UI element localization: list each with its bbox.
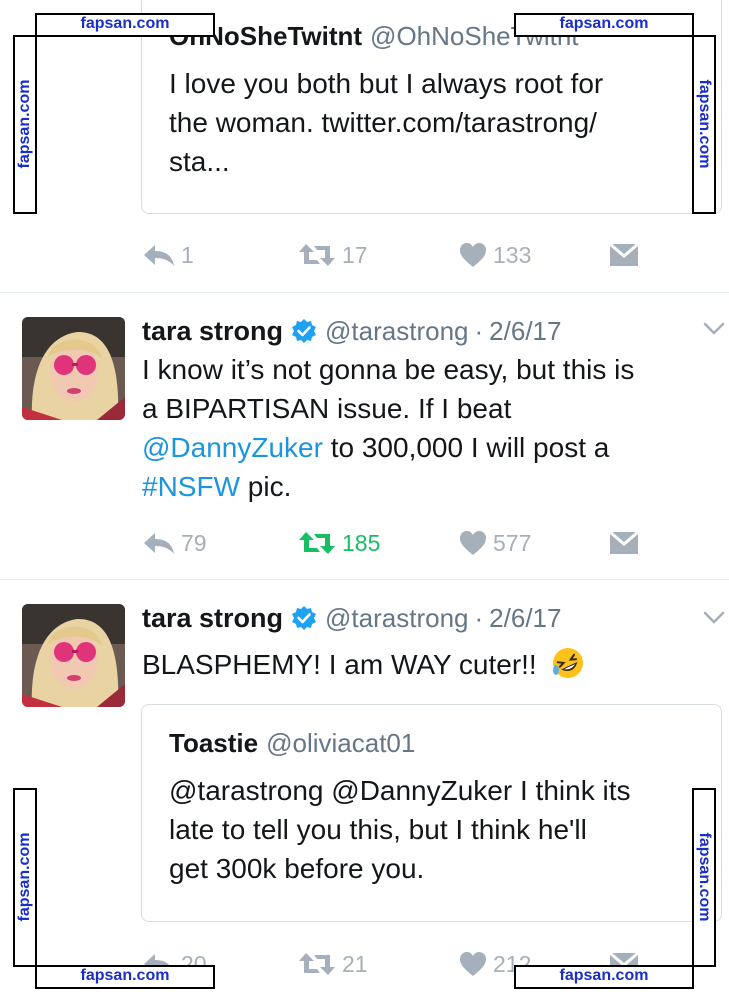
like-count: 577 <box>493 529 532 556</box>
dm-icon <box>609 242 639 266</box>
chevron-down-icon[interactable] <box>703 611 725 625</box>
watermark-text: fapsan.com <box>696 832 713 922</box>
tweet-actions: 79 185 577 <box>0 523 729 563</box>
reply-button[interactable]: 79 <box>143 523 207 563</box>
chevron-down-icon[interactable] <box>703 322 725 336</box>
reply-count: 79 <box>181 529 207 556</box>
tweet-text-line: #NSFW pic. <box>142 467 717 506</box>
dm-button[interactable] <box>609 235 639 275</box>
quoted-tweet-author-handle[interactable]: @oliviacat01 <box>266 728 415 758</box>
tweet-text: BLASPHEMY! I am WAY cuter!! <box>142 645 717 684</box>
dm-button[interactable] <box>609 523 639 563</box>
tweet-actions-top: 1 17 133 <box>0 235 729 275</box>
tweet-divider <box>0 579 729 580</box>
tweet-divider <box>0 292 729 293</box>
reply-icon <box>144 245 174 266</box>
watermark-text: fapsan.com <box>80 967 170 984</box>
quoted-tweet-text: I love you both but I always root for th… <box>169 64 714 181</box>
reply-button[interactable]: 1 <box>143 235 194 275</box>
reply-count: 1 <box>181 241 194 268</box>
tweet-text-fragment: pic. <box>240 471 292 502</box>
reply-icon <box>144 533 174 554</box>
watermark-text: fapsan.com <box>559 15 649 32</box>
tweet-author-name[interactable]: tara strong <box>142 316 283 347</box>
quoted-tweet-header: Toastie @oliviacat01 <box>169 728 415 759</box>
like-icon <box>460 531 486 555</box>
avatar-photo <box>22 604 125 707</box>
retweet-button[interactable]: 185 <box>298 523 380 563</box>
tweet-header: tara strong @tarastrong · 2/6/17 <box>142 600 561 636</box>
tweet-text-line: BLASPHEMY! I am WAY cuter!! <box>142 649 537 680</box>
quoted-tweet-line: @tarastrong @DannyZuker I think its <box>169 775 631 806</box>
tweet-date[interactable]: 2/6/17 <box>489 603 561 634</box>
tweet-text: I know it’s not gonna be easy, but this … <box>142 350 717 506</box>
retweet-count: 21 <box>342 950 368 977</box>
retweet-count: 185 <box>342 529 381 556</box>
avatar[interactable] <box>22 604 125 707</box>
like-button[interactable]: 577 <box>459 523 531 563</box>
retweet-button[interactable]: 21 <box>298 944 368 984</box>
tweet-text-line: I know it’s not gonna be easy, but this … <box>142 354 635 385</box>
watermark-text: fapsan.com <box>16 832 33 922</box>
tweet-text-fragment: to 300,000 I will post a <box>322 432 610 463</box>
quoted-tweet-text: @tarastrong @DannyZuker I think its late… <box>169 771 714 888</box>
tweet-author-handle[interactable]: @tarastrong <box>325 316 468 347</box>
retweet-icon <box>299 244 335 266</box>
tweet-author-name[interactable]: tara strong <box>142 603 283 634</box>
quoted-tweet-line: late to tell you this, but I think he'll <box>169 814 587 845</box>
verified-icon <box>292 606 317 630</box>
tweet-separator: · <box>474 602 484 633</box>
like-button[interactable]: 133 <box>459 235 531 275</box>
emoji-rofl-icon <box>552 648 583 678</box>
hashtag-link[interactable]: #NSFW <box>142 471 240 502</box>
quoted-tweet-author-name[interactable]: Toastie <box>169 728 258 758</box>
like-icon <box>460 243 486 267</box>
tweet-date[interactable]: 2/6/17 <box>489 316 561 347</box>
retweet-button[interactable]: 17 <box>298 235 368 275</box>
watermark-text: fapsan.com <box>16 79 33 169</box>
quoted-tweet-line: I love you both but I always root for <box>169 68 604 99</box>
avatar-photo <box>22 317 125 420</box>
tweet-text-line: a BIPARTISAN issue. If I beat <box>142 393 512 424</box>
tweet-separator: · <box>474 315 484 346</box>
tweet-author-handle[interactable]: @tarastrong <box>325 603 468 634</box>
like-count: 133 <box>493 241 532 268</box>
watermark-text: fapsan.com <box>696 79 713 169</box>
like-icon <box>460 952 486 976</box>
retweet-count: 17 <box>342 241 368 268</box>
retweet-icon <box>299 532 335 554</box>
quoted-tweet-line: get 300k before you. <box>169 853 425 884</box>
retweet-icon <box>299 953 335 975</box>
watermark-text: fapsan.com <box>80 15 170 32</box>
quoted-tweet-line[interactable]: sta... <box>169 142 714 181</box>
watermark-text: fapsan.com <box>559 967 649 984</box>
tweet-header: tara strong @tarastrong · 2/6/17 <box>142 313 561 349</box>
tweet-text-line: @DannyZuker to 300,000 I will post a <box>142 428 717 467</box>
quoted-tweet-line[interactable]: the woman. twitter.com/tarastrong/ <box>169 103 714 142</box>
mention-link[interactable]: @DannyZuker <box>142 432 323 463</box>
quoted-tweet-card[interactable]: Toastie @oliviacat01 @tarastrong @DannyZu… <box>141 704 722 922</box>
avatar[interactable] <box>22 317 125 420</box>
verified-icon <box>292 319 317 343</box>
dm-icon <box>609 530 639 554</box>
